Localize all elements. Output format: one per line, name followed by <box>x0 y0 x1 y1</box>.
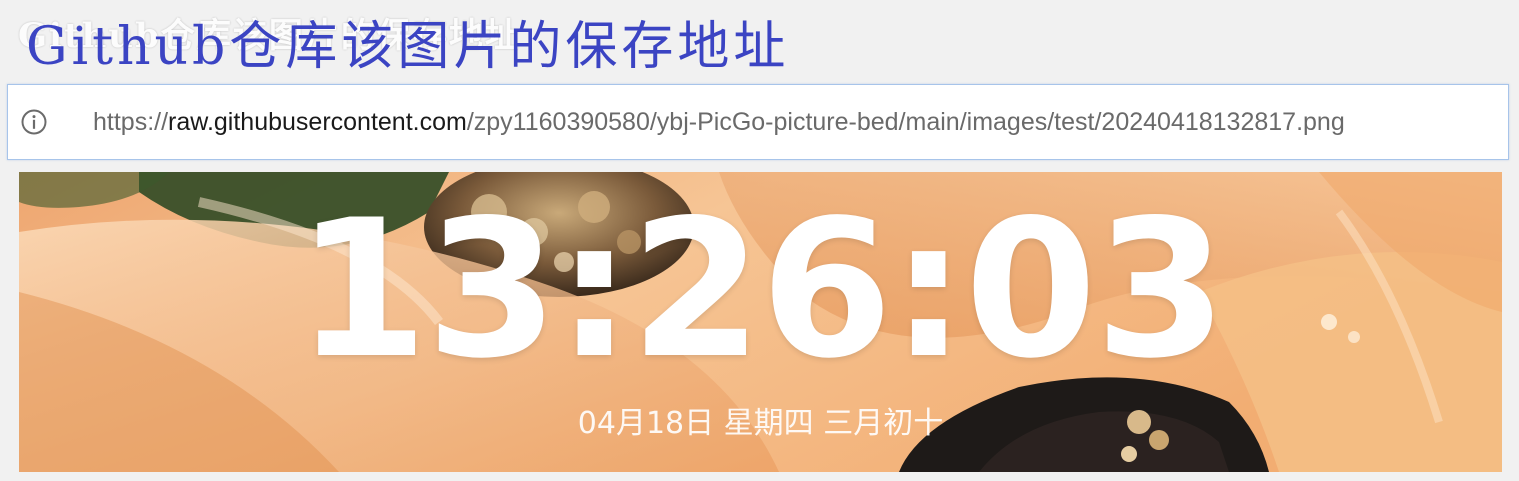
url-host: raw.githubusercontent.com <box>168 107 467 136</box>
clock-date: 04月18日 星期四 三月初十 <box>577 406 944 441</box>
info-icon[interactable] <box>20 108 48 136</box>
clock-time: 13:26:03 <box>295 179 1227 400</box>
url-path: /zpy1160390580/ybj-PicGo-picture-bed/mai… <box>466 107 1345 136</box>
url-scheme: https:// <box>93 107 169 136</box>
url-text[interactable]: https://raw.githubusercontent.com/zpy116… <box>93 108 1345 137</box>
image-preview: 13:26:03 04月18日 星期四 三月初十 <box>19 172 1502 472</box>
screenshot-page: Github仓库该图片的保存地址 Github仓库该图片的保存地址 https:… <box>0 0 1519 481</box>
address-bar[interactable]: https://raw.githubusercontent.com/zpy116… <box>7 84 1509 160</box>
page-title: Github仓库该图片的保存地址 <box>26 17 790 77</box>
